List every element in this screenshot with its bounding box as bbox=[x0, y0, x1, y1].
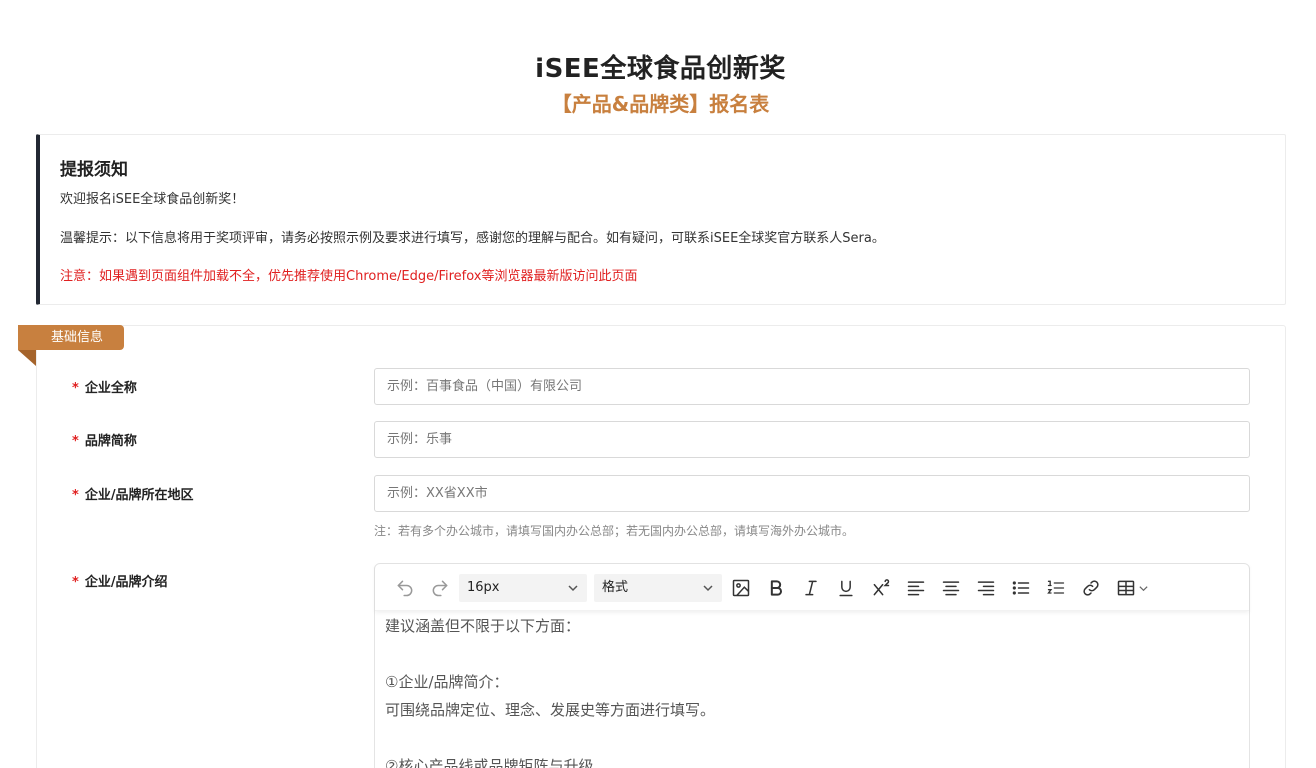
editor-line bbox=[385, 724, 1235, 752]
editor-line: 可围绕品牌定位、理念、发展史等方面进行填写。 bbox=[385, 701, 716, 719]
company-name-label: * 企业全称 bbox=[72, 381, 137, 396]
notice-tip: 温馨提示：以下信息将用于奖项评审，请务必按照示例及要求进行填写，感谢您的理解与配… bbox=[60, 231, 885, 246]
editor-line bbox=[385, 640, 1235, 668]
editor-content[interactable]: 建议涵盖但不限于以下方面： ①企业/品牌简介： 可围绕品牌定位、理念、发展史等方… bbox=[385, 612, 1235, 768]
bullet-list-icon[interactable] bbox=[1009, 576, 1033, 600]
align-left-icon[interactable] bbox=[904, 576, 928, 600]
editor-toolbar: 16px 格式 bbox=[375, 564, 1249, 611]
notice-title: 提报须知 bbox=[60, 160, 128, 180]
format-select[interactable]: 格式 bbox=[594, 574, 722, 602]
notice-panel: 提报须知 欢迎报名iSEE全球食品创新奖！ 温馨提示：以下信息将用于奖项评审，请… bbox=[36, 134, 1286, 305]
redo-icon[interactable] bbox=[428, 576, 452, 600]
editor-line: ②核心产品线或品牌矩阵与升级 bbox=[385, 757, 594, 768]
align-center-icon[interactable] bbox=[939, 576, 963, 600]
required-mark: * bbox=[72, 381, 79, 396]
section-tag-fold bbox=[18, 350, 36, 366]
intro-label: * 企业/品牌介绍 bbox=[72, 575, 168, 590]
rich-text-editor[interactable]: 16px 格式 建议涵盖但不限于以下方面： ①企业/品牌简介： 可围绕品牌定位、… bbox=[374, 563, 1250, 768]
editor-line: 建议涵盖但不限于以下方面： bbox=[385, 617, 581, 635]
required-mark: * bbox=[72, 575, 79, 590]
superscript-icon[interactable] bbox=[869, 576, 893, 600]
brand-name-input[interactable] bbox=[374, 421, 1250, 458]
notice-warning: 注意：如果遇到页面组件加载不全，优先推荐使用Chrome/Edge/Firefo… bbox=[60, 269, 638, 284]
page-subtitle: 【产品&品牌类】报名表 bbox=[551, 92, 770, 116]
font-size-select[interactable]: 16px bbox=[459, 574, 587, 602]
undo-icon[interactable] bbox=[393, 576, 417, 600]
company-name-input[interactable] bbox=[374, 368, 1250, 405]
bold-icon[interactable] bbox=[764, 576, 788, 600]
required-mark: * bbox=[72, 488, 79, 503]
notice-welcome: 欢迎报名iSEE全球食品创新奖！ bbox=[60, 192, 245, 207]
numbered-list-icon[interactable] bbox=[1044, 576, 1068, 600]
brand-name-label: * 品牌简称 bbox=[72, 434, 137, 449]
align-right-icon[interactable] bbox=[974, 576, 998, 600]
region-input[interactable] bbox=[374, 475, 1250, 512]
image-icon[interactable] bbox=[729, 576, 753, 600]
chevron-down-icon bbox=[567, 574, 581, 602]
required-mark: * bbox=[72, 434, 79, 449]
section-tag: 基础信息 bbox=[18, 325, 124, 350]
italic-icon[interactable] bbox=[799, 576, 823, 600]
editor-line: ①企业/品牌简介： bbox=[385, 673, 509, 691]
link-icon[interactable] bbox=[1079, 576, 1103, 600]
underline-icon[interactable] bbox=[834, 576, 858, 600]
region-label: * 企业/品牌所在地区 bbox=[72, 488, 194, 503]
chevron-down-icon[interactable] bbox=[1135, 576, 1151, 600]
chevron-down-icon bbox=[702, 574, 716, 602]
page-title: iSEE全球食品创新奖 bbox=[535, 54, 786, 84]
region-hint: 注：若有多个办公城市，请填写国内办公总部；若无国内办公总部，请填写海外办公城市。 bbox=[374, 524, 855, 538]
